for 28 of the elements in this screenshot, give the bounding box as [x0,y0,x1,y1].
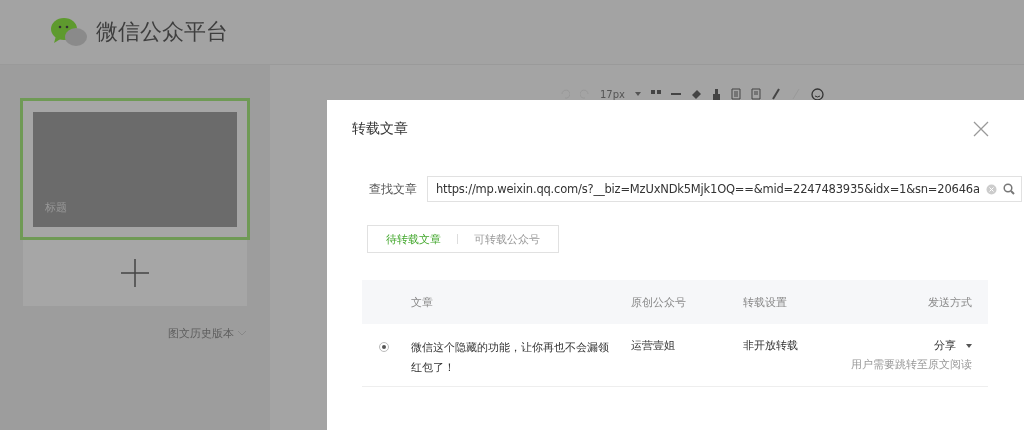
font-size-select[interactable]: 17px [600,88,625,100]
platform-title: 微信公众平台 [96,18,228,46]
repost-setting: 非开放转载 [743,339,798,352]
search-field[interactable]: https://mp.weixin.qq.com/s?__biz=MzUxNDk5Mjk1OQ==&mid=2247483935&idx=1&sn=20646a [427,176,1022,202]
dialog-title: 转载文章 [352,120,408,138]
tab[interactable]: 可转载公众号 [468,231,546,247]
search-label: 查找文章 [369,180,417,198]
caret-icon [635,92,641,96]
radio-button[interactable] [379,342,389,352]
article-title: 微信这个隐藏的功能，让你再也不会漏领红包了！ [411,340,610,376]
column-header: 发送方式 [928,295,972,309]
column-header: 文章 [411,295,433,309]
document-icon[interactable] [731,88,741,100]
tab[interactable]: 待转载文章 [380,231,447,247]
brush-icon[interactable] [712,88,721,100]
search-icon[interactable] [1002,183,1015,195]
account-name: 运营壹姐 [631,339,675,352]
clear-icon[interactable] [985,183,997,195]
send-mode-dropdown[interactable]: 分享 [934,338,972,353]
plus-icon [121,259,149,287]
chat-bubbles-logo [50,17,88,47]
caret-icon [966,343,972,348]
document-icon[interactable] [751,88,761,100]
send-mode-note: 用户需要跳转至原文阅读 [850,358,972,372]
column-header: 转载设置 [743,295,787,309]
smiley-icon[interactable] [811,87,824,101]
column-header: 原创公众号 [631,295,686,309]
close-icon[interactable] [973,121,989,137]
